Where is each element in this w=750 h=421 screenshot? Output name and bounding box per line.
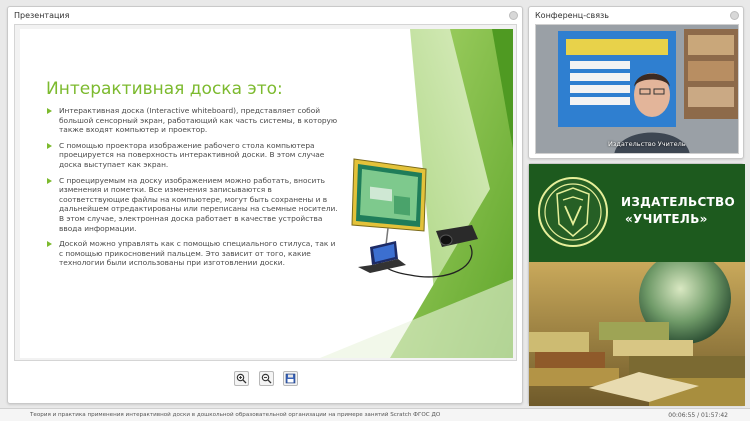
- slide-bullet: Интерактивная доска (Interactive whitebo…: [46, 106, 338, 135]
- presentation-panel-close-icon[interactable]: [509, 11, 518, 20]
- slide: Интерактивная доска это: Интерактивная д…: [20, 29, 513, 358]
- slide-heading: Интерактивная доска это:: [46, 79, 283, 99]
- zoom-in-icon: [237, 373, 247, 384]
- zoom-out-icon: [261, 373, 271, 384]
- slide-bullet: Доской можно управлять как с помощью спе…: [46, 239, 338, 268]
- publisher-name-line2: «УЧИТЕЛЬ»: [625, 212, 708, 226]
- save-icon: [285, 373, 295, 384]
- slide-bullet: С помощью проектора изображение рабочего…: [46, 141, 338, 170]
- publisher-name-line1: ИЗДАТЕЛЬСТВО: [621, 195, 735, 209]
- books-globe-image: [529, 262, 745, 406]
- conference-panel-close-icon[interactable]: [730, 11, 739, 20]
- presentation-panel: Презентация Интерактивная доска это: Инт…: [7, 6, 523, 404]
- slide-viewport: Интерактивная доска это: Интерактивная д…: [14, 24, 517, 361]
- speaker-name-label: Издательство Учитель: [608, 140, 686, 148]
- publisher-logo-banner: ИЗДАТЕЛЬСТВО «УЧИТЕЛЬ»: [529, 164, 745, 262]
- whiteboard-illustration: [351, 158, 478, 278]
- slide-bullet: С проецируемым на доску изображением мож…: [46, 176, 338, 234]
- conference-panel: Конференц-связь Издательство Учитель: [528, 6, 744, 159]
- conference-panel-title: Конференц-связь: [535, 11, 610, 20]
- webinar-title: Теория и практика применения интерактивн…: [30, 412, 441, 418]
- slide-bullet-list: Интерактивная доска (Interactive whitebo…: [46, 106, 338, 274]
- presentation-panel-title: Презентация: [14, 11, 70, 20]
- playback-time: 00:06:55 / 01:57:42: [668, 412, 728, 419]
- player-footer: Теория и практика применения интерактивн…: [0, 408, 750, 421]
- presentation-toolbar: [8, 371, 524, 395]
- publisher-logo-icon: [538, 177, 608, 247]
- video-feed: Издательство Учитель: [535, 24, 739, 154]
- publisher-panel: ИЗДАТЕЛЬСТВО «УЧИТЕЛЬ»: [528, 163, 745, 406]
- zoom-in-button[interactable]: [234, 371, 250, 386]
- zoom-out-button[interactable]: [258, 371, 274, 386]
- save-button[interactable]: [282, 371, 298, 386]
- video-frame: [536, 25, 738, 153]
